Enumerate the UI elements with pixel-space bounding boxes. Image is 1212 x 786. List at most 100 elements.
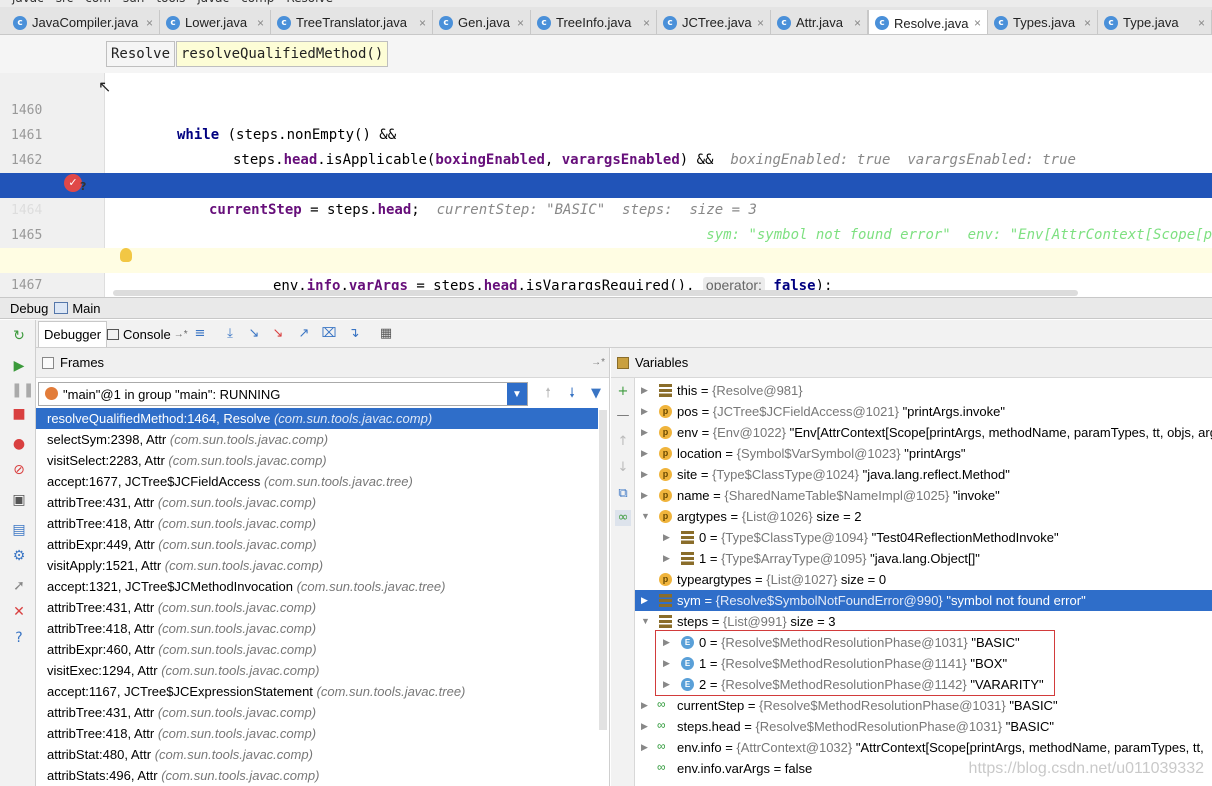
pin-icon[interactable]: ➚: [11, 578, 27, 594]
tab-javacompiler[interactable]: c JavaCompiler.java ×: [7, 10, 160, 34]
stack-frame[interactable]: attribStat:480, Attr (com.sun.tools.java…: [36, 744, 598, 765]
evaluate-expression-icon[interactable]: ▦: [378, 326, 394, 342]
resume-icon[interactable]: ▶: [11, 358, 27, 374]
stop-icon[interactable]: ■: [11, 406, 27, 422]
close-icon[interactable]: ×: [257, 16, 264, 30]
code-line[interactable]: 1463 currentStep = steps.head; currentSt…: [0, 148, 1212, 218]
variable-row[interactable]: ▶ p env = {Env@1022} "Env[AttrContext[Scop…: [635, 422, 1212, 443]
step-out-icon[interactable]: ↗: [296, 326, 312, 342]
expand-toggle-icon[interactable]: ▶: [641, 464, 651, 485]
code-line[interactable]: 1465 steps.head.isBoxingRequired(),: [0, 198, 1212, 268]
breadcrumb-item[interactable]: Resolve: [286, 0, 333, 5]
force-step-into-icon[interactable]: ↘: [270, 326, 286, 342]
show-watches-icon[interactable]: ∞: [615, 510, 631, 526]
tab-jctree[interactable]: c JCTree.java ×: [657, 10, 771, 34]
stack-frame[interactable]: attribTree:431, Attr (com.sun.tools.java…: [36, 597, 598, 618]
code-line[interactable]: 1461 steps.head.isApplicable(boxingEnabl…: [0, 98, 1212, 168]
variable-row[interactable]: ▶ ∞ steps.head = {Resolve$MethodResolution…: [635, 716, 1212, 737]
code-editor[interactable]: Resolve resolveQualifiedMethod() 1460 wh…: [0, 35, 1212, 297]
tab-debugger[interactable]: Debugger: [38, 321, 108, 347]
lightbulb-icon[interactable]: [120, 248, 132, 262]
close-icon[interactable]: ×: [974, 16, 981, 30]
settings-icon[interactable]: ⚙: [11, 548, 27, 564]
tab-console[interactable]: Console →*: [102, 321, 193, 347]
editor-crumb-method[interactable]: resolveQualifiedMethod(): [176, 41, 389, 67]
close-icon[interactable]: ×: [517, 16, 524, 30]
tab-resolve[interactable]: c Resolve.java ×: [868, 10, 988, 34]
close-icon[interactable]: ×: [757, 16, 764, 30]
tab-treetranslator[interactable]: c TreeTranslator.java ×: [271, 10, 433, 34]
run-to-cursor-icon[interactable]: ↴: [346, 326, 362, 342]
tab-attr[interactable]: c Attr.java ×: [771, 10, 868, 34]
filter-icon[interactable]: ▼: [588, 386, 604, 402]
close-icon[interactable]: ×: [1198, 16, 1205, 30]
variable-row[interactable]: ▼ steps = {List@991} size = 3: [635, 611, 1212, 632]
editor-crumb-class[interactable]: Resolve: [106, 41, 176, 67]
breadcrumb-item[interactable]: javac: [12, 0, 44, 5]
move-up-icon[interactable]: ↑: [615, 434, 631, 450]
stack-frame[interactable]: attribStats:496, Attr (com.sun.tools.jav…: [36, 765, 598, 786]
stack-frame[interactable]: attribTree:431, Attr (com.sun.tools.java…: [36, 492, 598, 513]
stack-frame[interactable]: visitExec:1294, Attr (com.sun.tools.java…: [36, 660, 598, 681]
tab-lower[interactable]: c Lower.java ×: [160, 10, 271, 34]
close-icon[interactable]: ×: [419, 16, 426, 30]
stack-frame[interactable]: accept:1677, JCTree$JCFieldAccess (com.s…: [36, 471, 598, 492]
stack-frame[interactable]: attribTree:418, Attr (com.sun.tools.java…: [36, 618, 598, 639]
variable-row[interactable]: p typeargtypes = {List@1027} size = 0: [635, 569, 1212, 590]
camera-icon[interactable]: ▣: [11, 492, 27, 508]
expand-toggle-icon[interactable]: ▼: [641, 611, 651, 632]
show-execution-point-icon[interactable]: ≡: [192, 326, 208, 342]
expand-toggle-icon[interactable]: ▶: [663, 548, 673, 569]
stack-frame[interactable]: accept:1321, JCTree$JCMethodInvocation (…: [36, 576, 598, 597]
stack-frame[interactable]: selectSym:2398, Attr (com.sun.tools.java…: [36, 429, 598, 450]
breadcrumb-item[interactable]: sun: [123, 0, 144, 5]
layout-icon[interactable]: ▤: [11, 522, 27, 538]
variable-row[interactable]: ▶ p name = {SharedNameTable$NameImpl@1025}…: [635, 485, 1212, 506]
variable-row[interactable]: ▶ this = {Resolve@981}: [635, 380, 1212, 401]
code-line-current[interactable]: 1464 sym = findMethod(env, site, name, a…: [0, 173, 1212, 243]
drop-frame-icon[interactable]: ⌧: [321, 326, 337, 342]
remove-watch-icon[interactable]: —: [615, 408, 631, 424]
stack-frame[interactable]: visitApply:1521, Attr (com.sun.tools.jav…: [36, 555, 598, 576]
variable-row[interactable]: ▶ ∞ env.info = {AttrContext@1032} "AttrCon…: [635, 737, 1212, 758]
code-line[interactable]: 1462 sym.kind >= ERRONEOUS) {: [0, 123, 1212, 193]
run-config-name[interactable]: Main: [72, 301, 100, 316]
expand-toggle-icon[interactable]: ▶: [663, 527, 673, 548]
variable-row[interactable]: ▼ p argtypes = {List@1026} size = 2: [635, 506, 1212, 527]
mute-breakpoints-icon[interactable]: ⊘: [11, 462, 27, 478]
expand-toggle-icon[interactable]: ▶: [641, 380, 651, 401]
expand-toggle-icon[interactable]: ▶: [641, 590, 651, 611]
stack-frame[interactable]: attribExpr:460, Attr (com.sun.tools.java…: [36, 639, 598, 660]
stack-frame[interactable]: attribTree:418, Attr (com.sun.tools.java…: [36, 513, 598, 534]
expand-toggle-icon[interactable]: ▶: [641, 737, 651, 758]
expand-toggle-icon[interactable]: ▶: [641, 695, 651, 716]
tab-types[interactable]: c Types.java ×: [988, 10, 1098, 34]
variable-row[interactable]: ▶ ∞ currentStep = {Resolve$MethodResolutio…: [635, 695, 1212, 716]
tab-treeinfo[interactable]: c TreeInfo.java ×: [531, 10, 657, 34]
step-over-icon[interactable]: ⤓: [222, 326, 238, 342]
chevron-down-icon[interactable]: ▼: [507, 383, 527, 405]
stack-frame[interactable]: resolveQualifiedMethod:1464, Resolve (co…: [36, 408, 598, 429]
code-line[interactable]: 1460 while (steps.nonEmpty() &&: [0, 73, 1212, 143]
frames-scrollbar[interactable]: [599, 410, 607, 730]
arrow-up-icon[interactable]: 🠕: [540, 386, 556, 402]
expand-toggle-icon[interactable]: ▶: [641, 716, 651, 737]
breadcrumb-item[interactable]: com: [85, 0, 111, 5]
copy-icon[interactable]: ⧉: [615, 486, 631, 502]
breadcrumb-item[interactable]: src: [56, 0, 74, 5]
close-icon[interactable]: ✕: [11, 604, 27, 620]
panel-menu-icon[interactable]: →*: [591, 357, 605, 368]
help-icon[interactable]: ?: [11, 630, 27, 646]
rerun-icon[interactable]: ↻: [11, 328, 27, 344]
variable-row[interactable]: ▶ p location = {Symbol$VarSymbol@1023} "pr…: [635, 443, 1212, 464]
stack-frame[interactable]: attribTree:431, Attr (com.sun.tools.java…: [36, 702, 598, 723]
stack-frame[interactable]: attribTree:418, Attr (com.sun.tools.java…: [36, 723, 598, 744]
breadcrumb-item[interactable]: comp: [241, 0, 274, 5]
step-into-icon[interactable]: ↘: [246, 326, 262, 342]
variable-row[interactable]: ▶ p pos = {JCTree$JCFieldAccess@1021} "pri…: [635, 401, 1212, 422]
pause-icon[interactable]: ❚❚: [11, 382, 34, 398]
breadcrumb-item[interactable]: tools: [156, 0, 185, 5]
expand-toggle-icon[interactable]: ▶: [641, 422, 651, 443]
expand-toggle-icon[interactable]: ▶: [641, 401, 651, 422]
variable-row[interactable]: ▶ sym = {Resolve$SymbolNotFoundError@990}…: [635, 590, 1212, 611]
